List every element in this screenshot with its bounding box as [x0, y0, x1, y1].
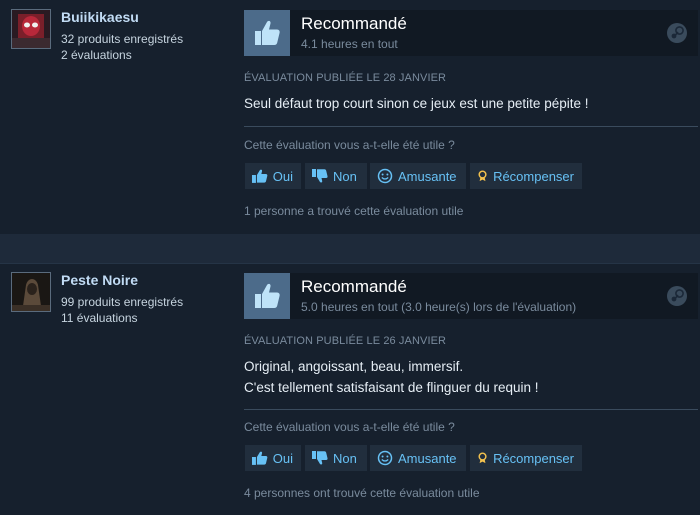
vote-header: Recommandé 4.1 heures en tout [244, 10, 698, 56]
avatar[interactable] [11, 272, 51, 312]
award-medal-icon [478, 170, 487, 182]
vote-buttons: Oui Non Amusante Récompenser [244, 163, 698, 189]
yes-label: Oui [272, 168, 293, 184]
avatar-image [12, 10, 50, 48]
avatar-image [12, 273, 50, 311]
review-separator [0, 234, 700, 263]
helpful-question: Cette évaluation vous a-t-elle été utile… [244, 420, 455, 434]
divider [244, 409, 698, 410]
award-label: Récompenser [493, 168, 574, 184]
award-button[interactable]: Récompenser [470, 163, 582, 189]
no-button[interactable]: Non [305, 163, 367, 189]
smiley-icon [377, 450, 393, 466]
no-label: Non [333, 450, 357, 466]
reviewer-products[interactable]: 99 produits enregistrés [61, 295, 183, 309]
thumbs-up-icon [251, 169, 268, 183]
review-content: Recommandé 5.0 heures en tout (3.0 heure… [244, 273, 698, 515]
vote-title[interactable]: Recommandé [301, 14, 407, 34]
thumbs-up-icon [244, 273, 290, 319]
helpful-count: 1 personne a trouvé cette évaluation uti… [244, 204, 464, 218]
review-text-line: Original, angoissant, beau, immersif. [244, 359, 464, 374]
no-button[interactable]: Non [305, 445, 367, 471]
helpful-count: 4 personnes ont trouvé cette évaluation … [244, 486, 480, 500]
vote-buttons: Oui Non Amusante Récompenser [244, 445, 698, 471]
divider [244, 126, 698, 127]
funny-button[interactable]: Amusante [370, 445, 466, 471]
reviewer-review-count[interactable]: 2 évaluations [61, 48, 132, 62]
award-label: Récompenser [493, 450, 574, 466]
review-content: Recommandé 4.1 heures en tout ÉVALUATION… [244, 10, 698, 234]
vote-header: Recommandé 5.0 heures en tout (3.0 heure… [244, 273, 698, 319]
playtime: 5.0 heures en tout (3.0 heure(s) lors de… [301, 300, 577, 314]
steam-icon [667, 286, 687, 306]
funny-button[interactable]: Amusante [370, 163, 466, 189]
funny-label: Amusante [398, 450, 457, 466]
yes-button[interactable]: Oui [245, 445, 301, 471]
playtime: 4.1 heures en tout [301, 37, 398, 51]
posted-date: ÉVALUATION PUBLIÉE LE 28 JANVIER [244, 72, 447, 84]
reviewer-review-count[interactable]: 11 évaluations [61, 311, 138, 325]
posted-date: ÉVALUATION PUBLIÉE LE 26 JANVIER [244, 335, 447, 347]
review-card: Buiikikaesu 32 produits enregistrés 2 év… [0, 0, 700, 234]
helpful-question: Cette évaluation vous a-t-elle été utile… [244, 138, 455, 152]
thumbs-down-icon [312, 451, 328, 465]
reviewer-products[interactable]: 32 produits enregistrés [61, 32, 183, 46]
steam-icon [667, 23, 687, 43]
reviewer-name[interactable]: Peste Noire [61, 272, 138, 288]
award-button[interactable]: Récompenser [470, 445, 582, 471]
review-text-line: Seul défaut trop court sinon ce jeux est… [244, 96, 589, 111]
thumbs-down-icon [312, 169, 328, 183]
no-label: Non [333, 168, 357, 184]
yes-label: Oui [272, 450, 293, 466]
smiley-icon [377, 168, 393, 184]
funny-label: Amusante [398, 168, 457, 184]
review-text-line: C'est tellement satisfaisant de flinguer… [244, 380, 539, 395]
thumbs-up-icon [251, 451, 268, 465]
avatar[interactable] [11, 9, 51, 49]
award-medal-icon [478, 452, 487, 464]
review-card: Peste Noire 99 produits enregistrés 11 é… [0, 263, 700, 515]
reviewer-name[interactable]: Buiikikaesu [61, 9, 139, 25]
vote-title[interactable]: Recommandé [301, 277, 407, 297]
yes-button[interactable]: Oui [245, 163, 301, 189]
thumbs-up-icon [244, 10, 290, 56]
